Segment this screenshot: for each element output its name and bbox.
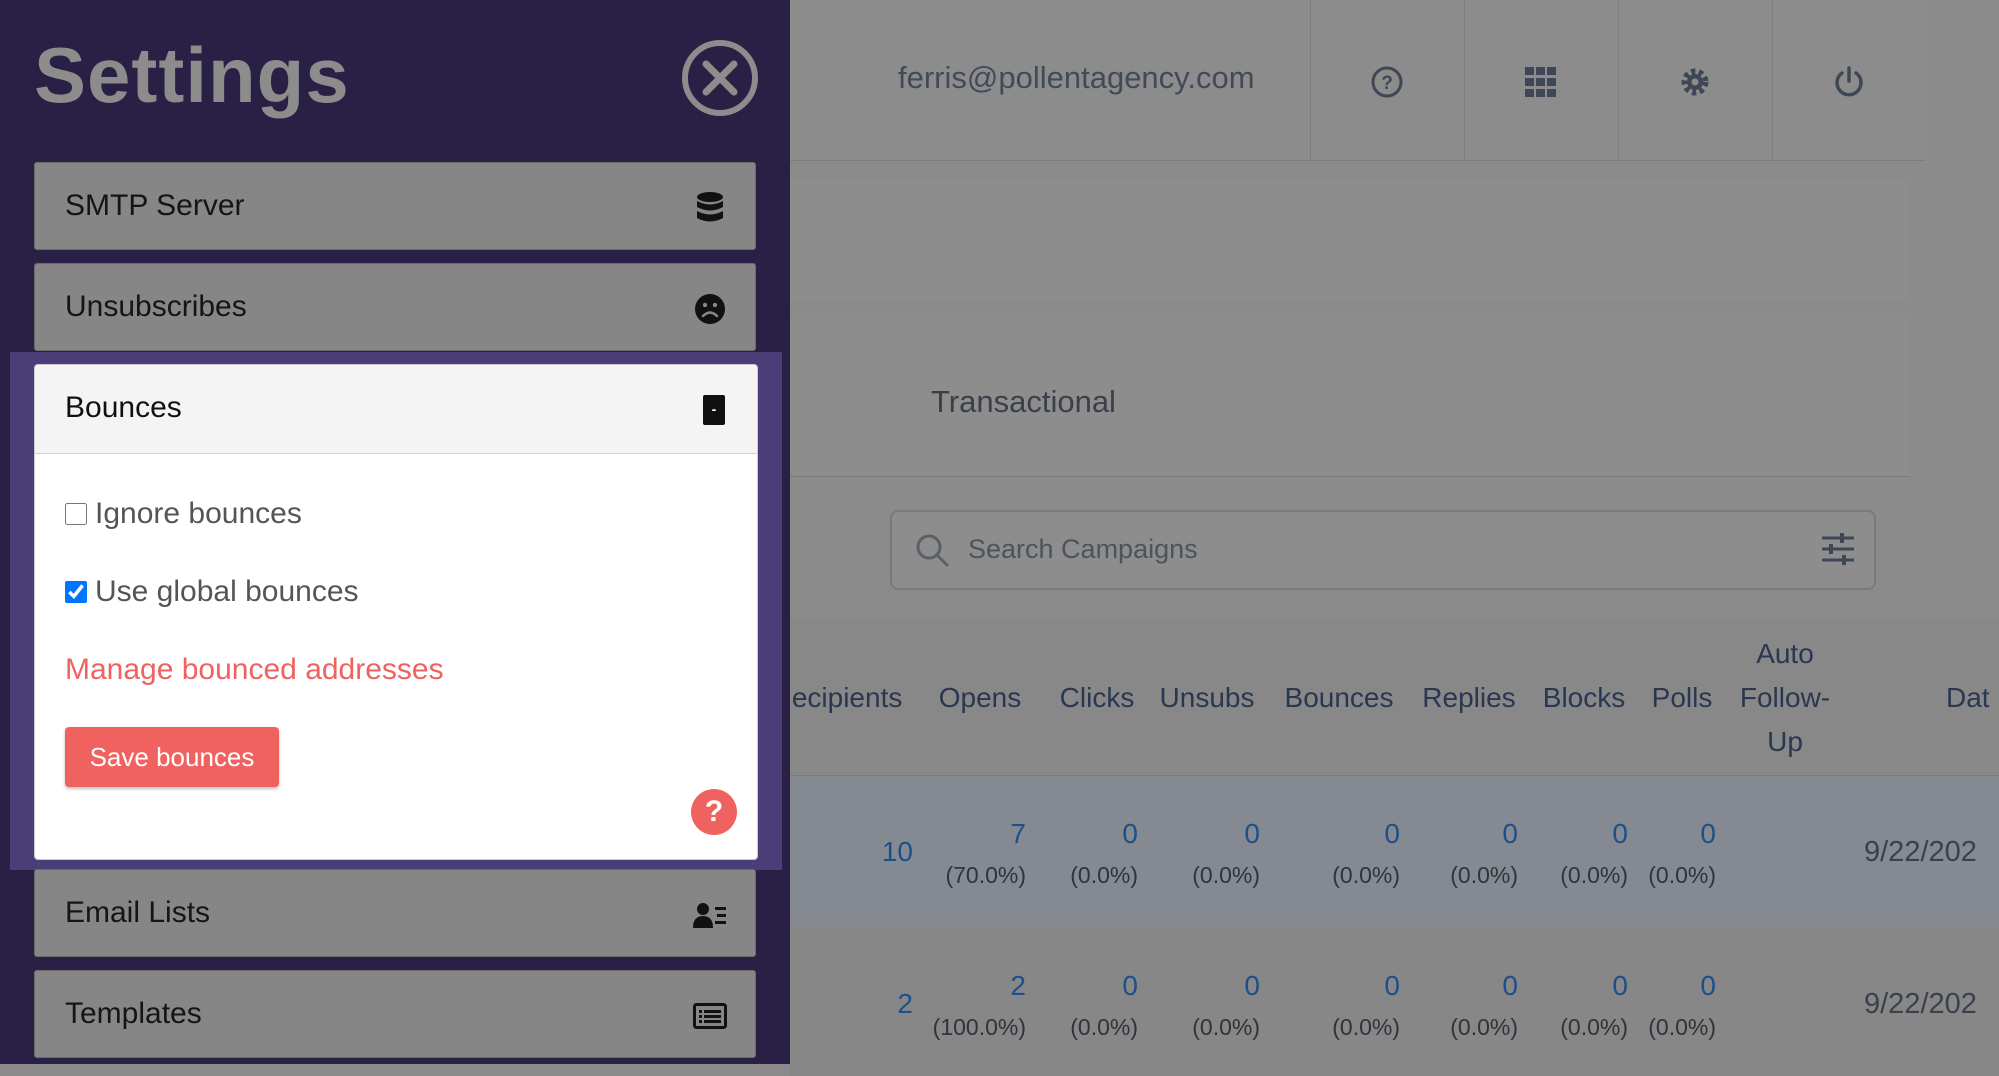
row2-blocks-pct: (0.0%) <box>1560 1014 1628 1040</box>
table-row[interactable] <box>790 776 1999 926</box>
search-box <box>890 510 1876 590</box>
row2-date: 9/22/202 <box>1864 988 1977 1020</box>
global-bounces-label: Use global bounces <box>95 575 359 608</box>
filter-sliders-icon[interactable] <box>1820 532 1856 566</box>
search-input[interactable] <box>966 528 1790 570</box>
section-label: Unsubscribes <box>65 290 247 323</box>
row2-polls-pct: (0.0%) <box>1648 1014 1716 1040</box>
ignore-bounces-label: Ignore bounces <box>95 497 302 530</box>
global-bounces-checkbox[interactable] <box>65 581 87 603</box>
row2-recipients[interactable]: 2 <box>850 988 913 1020</box>
row1-polls[interactable]: 0 <box>1630 818 1716 850</box>
settings-title: Settings <box>34 31 350 119</box>
row2-opens-pct: (100.0%) <box>932 1014 1026 1040</box>
apps-grid-icon[interactable] <box>1521 62 1561 102</box>
global-bounces-row[interactable]: Use global bounces <box>65 575 359 609</box>
user-list-icon <box>693 898 727 932</box>
col-header-opens[interactable]: Opens <box>930 676 1030 720</box>
help-button[interactable]: ? <box>691 789 737 835</box>
close-icon <box>682 40 758 116</box>
row1-blocks-pct: (0.0%) <box>1560 862 1628 888</box>
sad-face-icon <box>693 292 727 326</box>
svg-text:?: ? <box>1381 73 1393 94</box>
row1-bounces[interactable]: 0 <box>1290 818 1400 850</box>
section-templates[interactable]: Templates <box>34 970 756 1058</box>
ignore-bounces-row[interactable]: Ignore bounces <box>65 497 302 531</box>
row1-clicks-pct: (0.0%) <box>1070 862 1138 888</box>
section-label: Templates <box>65 997 202 1030</box>
row1-clicks[interactable]: 0 <box>1050 818 1138 850</box>
tabs-panel: Transactional <box>790 318 1910 477</box>
row2-opens[interactable]: 2 <box>930 970 1026 1002</box>
col-header-polls[interactable]: Polls <box>1640 676 1724 720</box>
section-bounces-header[interactable]: Bounces - <box>35 365 757 454</box>
settings-drawer: Settings SMTP Server Unsubscribes Bounce… <box>0 0 790 1064</box>
close-button[interactable] <box>680 38 760 118</box>
row1-date: 9/22/202 <box>1864 836 1977 868</box>
row1-opens-pct: (70.0%) <box>945 862 1026 888</box>
col-header-auto-follow-up[interactable]: Auto Follow-Up <box>1730 632 1840 764</box>
row2-bounces[interactable]: 0 <box>1290 970 1400 1002</box>
col-header-date[interactable]: Dat <box>1946 676 1999 720</box>
section-label: Email Lists <box>65 896 211 929</box>
database-icon <box>693 191 727 225</box>
row1-bounces-pct: (0.0%) <box>1332 862 1400 888</box>
section-unsubscribes[interactable]: Unsubscribes <box>34 263 756 351</box>
row2-polls[interactable]: 0 <box>1630 970 1716 1002</box>
row2-replies[interactable]: 0 <box>1420 970 1518 1002</box>
row1-recipients[interactable]: 10 <box>850 836 913 868</box>
section-label: Bounces <box>65 391 182 424</box>
col-header-replies[interactable]: Replies <box>1414 676 1524 720</box>
section-smtp-server[interactable]: SMTP Server <box>34 162 756 250</box>
gear-icon[interactable] <box>1675 62 1715 102</box>
minus-box-icon: - <box>703 395 725 425</box>
row2-replies-pct: (0.0%) <box>1450 1014 1518 1040</box>
manage-bounced-link[interactable]: Manage bounced addresses <box>65 653 444 687</box>
row2-unsubs[interactable]: 0 <box>1160 970 1260 1002</box>
col-header-bounces[interactable]: Bounces <box>1274 676 1404 720</box>
section-bounces: Bounces - Ignore bounces Use global boun… <box>34 364 758 860</box>
row1-unsubs-pct: (0.0%) <box>1192 862 1260 888</box>
template-list-icon <box>693 999 727 1033</box>
row1-replies-pct: (0.0%) <box>1450 862 1518 888</box>
content-panel <box>790 180 1910 300</box>
row2-bounces-pct: (0.0%) <box>1332 1014 1400 1040</box>
row2-clicks[interactable]: 0 <box>1050 970 1138 1002</box>
section-email-lists[interactable]: Email Lists <box>34 869 756 957</box>
row1-blocks[interactable]: 0 <box>1540 818 1628 850</box>
search-icon <box>916 534 949 567</box>
tab-transactional[interactable]: Transactional <box>931 384 1116 420</box>
col-header-blocks[interactable]: Blocks <box>1534 676 1634 720</box>
power-icon[interactable] <box>1829 62 1869 102</box>
col-header-clicks[interactable]: Clicks <box>1050 676 1144 720</box>
top-bar: ferris@pollentagency.com ? <box>790 0 1925 161</box>
row2-unsubs-pct: (0.0%) <box>1192 1014 1260 1040</box>
help-circle-icon[interactable]: ? <box>1367 62 1407 102</box>
user-email: ferris@pollentagency.com <box>898 60 1255 95</box>
ignore-bounces-checkbox[interactable] <box>65 503 87 525</box>
row1-polls-pct: (0.0%) <box>1648 862 1716 888</box>
section-label: SMTP Server <box>65 189 245 222</box>
row1-unsubs[interactable]: 0 <box>1160 818 1260 850</box>
row2-blocks[interactable]: 0 <box>1540 970 1628 1002</box>
col-header-unsubs[interactable]: Unsubs <box>1152 676 1262 720</box>
save-bounces-button[interactable]: Save bounces <box>65 727 279 787</box>
row1-opens[interactable]: 7 <box>930 818 1026 850</box>
row1-replies[interactable]: 0 <box>1420 818 1518 850</box>
row2-clicks-pct: (0.0%) <box>1070 1014 1138 1040</box>
